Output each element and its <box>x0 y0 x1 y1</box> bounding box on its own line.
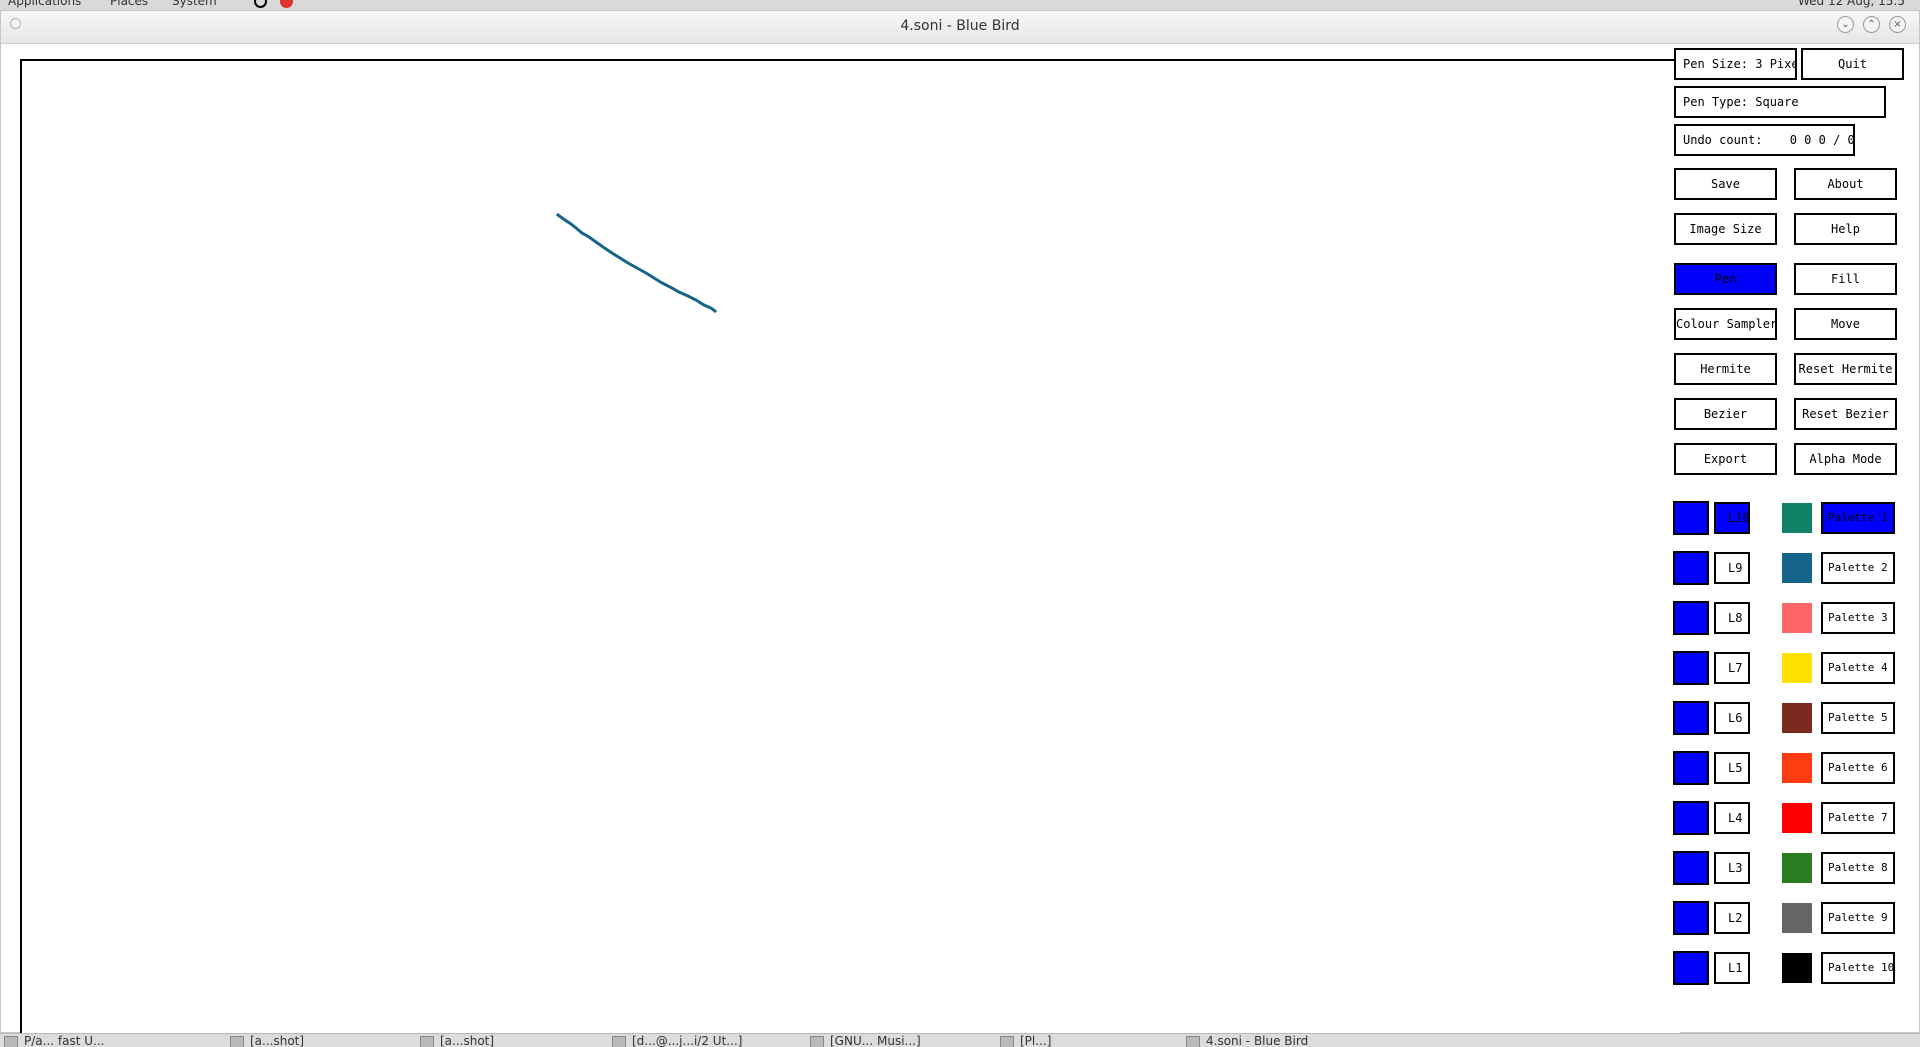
palette-6-button[interactable]: Palette 6 <box>1821 752 1895 784</box>
bluebird-icon <box>1186 1036 1200 1047</box>
fill-tool-button[interactable]: Fill <box>1794 263 1897 295</box>
save-button[interactable]: Save <box>1674 168 1777 200</box>
maximize-icon[interactable]: ⌃ <box>1863 16 1880 33</box>
layer-swatch-5[interactable] <box>1673 751 1709 785</box>
taskbar-item-4[interactable]: [d...@...j...i/2 Ut...] <box>612 1034 742 1047</box>
palette-1-button[interactable]: Palette 1 <box>1821 502 1895 534</box>
pen-size-selector[interactable]: Pen Size: 3 Pixel <box>1674 48 1797 80</box>
panel-clock[interactable]: Wed 12 Aug, 15:5 <box>1798 0 1905 8</box>
window-title: 4.soni - Blue Bird <box>900 18 1020 34</box>
stroke-path <box>555 212 718 314</box>
palette-5-button[interactable]: Palette 5 <box>1821 702 1895 734</box>
layer-swatch-8[interactable] <box>1673 601 1709 635</box>
taskbar-item-1[interactable]: P/a... fast U... <box>4 1034 104 1047</box>
taskbar-item-label: [a...shot] <box>440 1034 495 1047</box>
export-button[interactable]: Export <box>1674 443 1777 475</box>
screen: Applications Places System Wed 12 Aug, 1… <box>0 0 1920 1047</box>
palette-swatch-8[interactable] <box>1782 853 1812 883</box>
places-menu[interactable]: Places <box>110 0 148 8</box>
palette-swatch-9[interactable] <box>1782 903 1812 933</box>
alpha-mode-button[interactable]: Alpha Mode <box>1794 443 1897 475</box>
layer-4-button[interactable]: L4 <box>1714 802 1750 834</box>
window-titlebar[interactable]: 4.soni - Blue Bird ⌄ ⌃ × <box>1 11 1919 44</box>
palette-2-button[interactable]: Palette 2 <box>1821 552 1895 584</box>
layer-2-button[interactable]: L2 <box>1714 902 1750 934</box>
palette-swatch-7[interactable] <box>1782 803 1812 833</box>
folder-icon <box>420 1036 434 1047</box>
layer-swatch-7[interactable] <box>1673 651 1709 685</box>
reset-hermite-button[interactable]: Reset Hermite <box>1794 353 1897 385</box>
system-menu[interactable]: System <box>172 0 217 8</box>
palette-3-button[interactable]: Palette 3 <box>1821 602 1895 634</box>
palette-8-button[interactable]: Palette 8 <box>1821 852 1895 884</box>
layer-6-button[interactable]: L6 <box>1714 702 1750 734</box>
app-window: 4.soni - Blue Bird ⌄ ⌃ × Pen Size: 3 Pix… <box>0 10 1920 1047</box>
layer-1-button[interactable]: L1 <box>1714 952 1750 984</box>
layer-swatch-3[interactable] <box>1673 851 1709 885</box>
taskbar-item-7[interactable]: 4.soni - Blue Bird <box>1186 1034 1308 1047</box>
taskbar-item-3[interactable]: [a...shot] <box>420 1034 494 1047</box>
taskbar-item-label: P/a... fast U... <box>24 1034 105 1047</box>
app-icon <box>1000 1036 1014 1047</box>
music-icon <box>810 1036 824 1047</box>
palette-7-button[interactable]: Palette 7 <box>1821 802 1895 834</box>
reset-bezier-button[interactable]: Reset Bezier <box>1794 398 1897 430</box>
minimize-icon[interactable]: ⌄ <box>1837 16 1854 33</box>
record-icon[interactable] <box>280 0 293 8</box>
layer-5-button[interactable]: L5 <box>1714 752 1750 784</box>
taskbar-item-label: [GNU... Musi...] <box>830 1034 921 1047</box>
palette-swatch-4[interactable] <box>1782 653 1812 683</box>
bezier-button[interactable]: Bezier <box>1674 398 1777 430</box>
taskbar-item-label: [a...shot] <box>250 1034 305 1047</box>
layer-swatch-6[interactable] <box>1673 701 1709 735</box>
taskbar-item-label: [Pl...] <box>1020 1034 1052 1047</box>
terminal-icon <box>612 1036 626 1047</box>
layer-swatch-10[interactable] <box>1673 501 1709 535</box>
palette-9-button[interactable]: Palette 9 <box>1821 902 1895 934</box>
layer-swatch-9[interactable] <box>1673 551 1709 585</box>
pen-type-selector[interactable]: Pen Type: Square <box>1674 86 1886 118</box>
drawing-canvas[interactable] <box>20 59 1680 1047</box>
colour-sampler-button[interactable]: Colour Sampler <box>1674 308 1777 340</box>
taskbar-item-label: [d...@...j...i/2 Ut...] <box>632 1034 743 1047</box>
pen-tool-button[interactable]: Pen <box>1674 263 1777 295</box>
taskbar-item-label: 4.soni - Blue Bird <box>1206 1034 1309 1047</box>
palette-swatch-2[interactable] <box>1782 553 1812 583</box>
palette-swatch-1[interactable] <box>1782 503 1812 533</box>
taskbar: P/a... fast U... [a...shot] [a...shot] [… <box>0 1033 1920 1047</box>
taskbar-item-5[interactable]: [GNU... Musi...] <box>810 1034 921 1047</box>
undo-count-label: Undo count: <box>1683 133 1763 147</box>
layer-3-button[interactable]: L3 <box>1714 852 1750 884</box>
palette-4-button[interactable]: Palette 4 <box>1821 652 1895 684</box>
move-button[interactable]: Move <box>1794 308 1897 340</box>
palette-swatch-10[interactable] <box>1782 953 1812 983</box>
taskbar-item-6[interactable]: [Pl...] <box>1000 1034 1051 1047</box>
palette-swatch-6[interactable] <box>1782 753 1812 783</box>
about-button[interactable]: About <box>1794 168 1897 200</box>
layer-swatch-1[interactable] <box>1673 951 1709 985</box>
palette-10-button[interactable]: Palette 10 <box>1821 952 1895 984</box>
pen-stroke <box>555 212 718 314</box>
taskbar-item-2[interactable]: [a...shot] <box>230 1034 304 1047</box>
image-size-button[interactable]: Image Size <box>1674 213 1777 245</box>
layer-8-button[interactable]: L8 <box>1714 602 1750 634</box>
undo-counter[interactable]: Undo count: 0 0 0 / 0 6 4 <box>1674 124 1855 156</box>
window-icon <box>4 1036 18 1047</box>
layer-7-button[interactable]: L7 <box>1714 652 1750 684</box>
palette-swatch-3[interactable] <box>1782 603 1812 633</box>
help-button[interactable]: Help <box>1794 213 1897 245</box>
folder-icon <box>230 1036 244 1047</box>
hermite-button[interactable]: Hermite <box>1674 353 1777 385</box>
close-icon[interactable]: × <box>1889 16 1906 33</box>
launcher-icon[interactable] <box>254 0 267 8</box>
applications-menu[interactable]: Applications <box>8 0 81 8</box>
layer-10-button[interactable]: L10 <box>1714 502 1750 534</box>
layer-swatch-4[interactable] <box>1673 801 1709 835</box>
quit-button[interactable]: Quit <box>1801 48 1904 80</box>
undo-count-value: 0 0 0 / 0 6 4 <box>1789 133 1855 147</box>
palette-swatch-5[interactable] <box>1782 703 1812 733</box>
layer-swatch-2[interactable] <box>1673 901 1709 935</box>
layer-9-button[interactable]: L9 <box>1714 552 1750 584</box>
